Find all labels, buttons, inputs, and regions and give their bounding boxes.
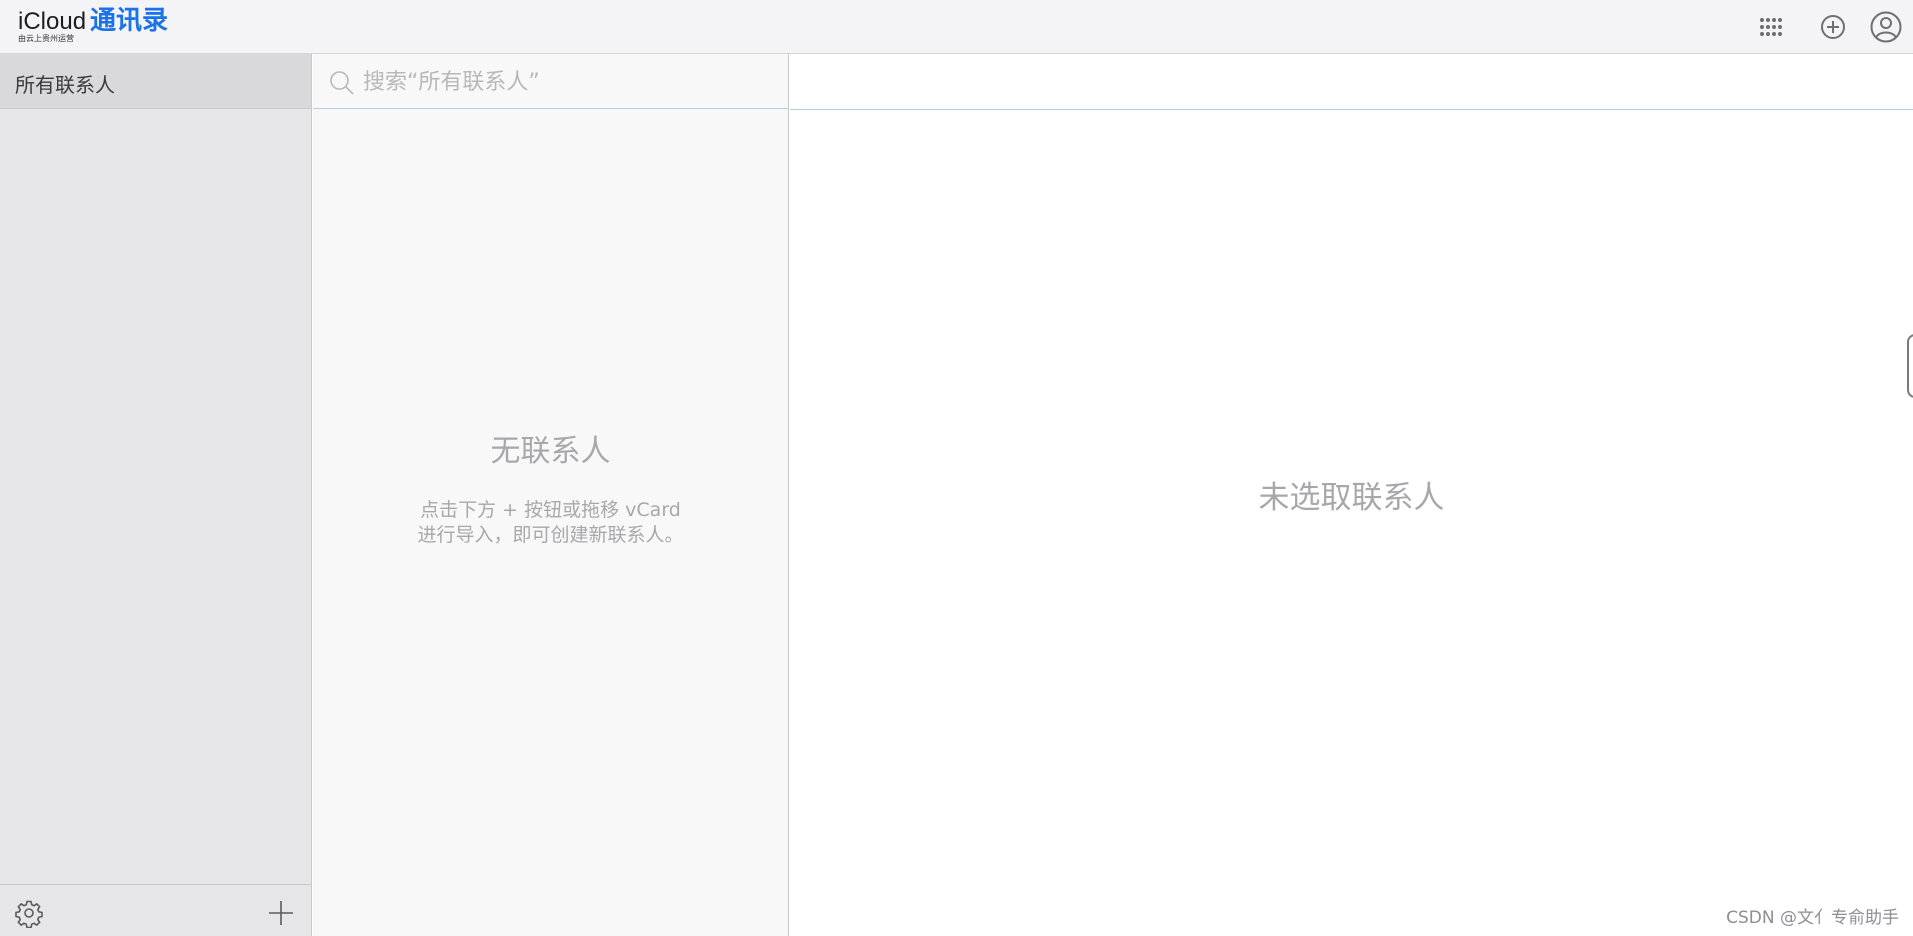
account-circle-icon[interactable] [1869,10,1903,44]
brand-icloud: iCloud [18,8,87,35]
brand-subtitle: 由云上贵州运营 [18,34,74,43]
search-icon [327,68,357,98]
no-selection-message: 未选取联系人 [1258,480,1445,516]
plus-icon[interactable] [266,898,296,928]
gear-icon[interactable] [14,898,44,928]
detail-header [790,54,1913,110]
empty-list-description: 点击下方 + 按钮或拖移 vCard 进行导入，即可创建新联系人。 [313,498,788,548]
sidebar-item-all-contacts[interactable]: 所有联系人 [0,54,311,109]
empty-list-line-2: 进行导入，即可创建新联系人。 [417,524,684,546]
sidebar: 所有联系人 [0,54,312,936]
brand-logo[interactable]: iCloud 通讯录 [18,8,168,34]
search-input[interactable] [363,64,773,100]
sidebar-footer [0,884,311,936]
contact-detail-pane: 未选取联系人 [790,54,1913,936]
brand-app-name: 通讯录 [90,6,169,36]
sidebar-item-label: 所有联系人 [15,73,115,97]
contact-list-panel: 无联系人 点击下方 + 按钮或拖移 vCard 进行导入，即可创建新联系人。 [313,54,789,936]
top-bar: iCloud 通讯录 由云上贵州运营 [0,0,1913,54]
empty-list-title: 无联系人 [490,434,611,469]
plus-circle-icon[interactable] [1816,10,1850,44]
grid-icon[interactable] [1753,10,1787,44]
search-bar [313,54,788,109]
empty-list-line-1: 点击下方 + 按钮或拖移 vCard [420,499,681,521]
edge-handle[interactable] [1907,334,1913,398]
watermark: CSDN @文亻专俞助手 [1726,908,1899,928]
